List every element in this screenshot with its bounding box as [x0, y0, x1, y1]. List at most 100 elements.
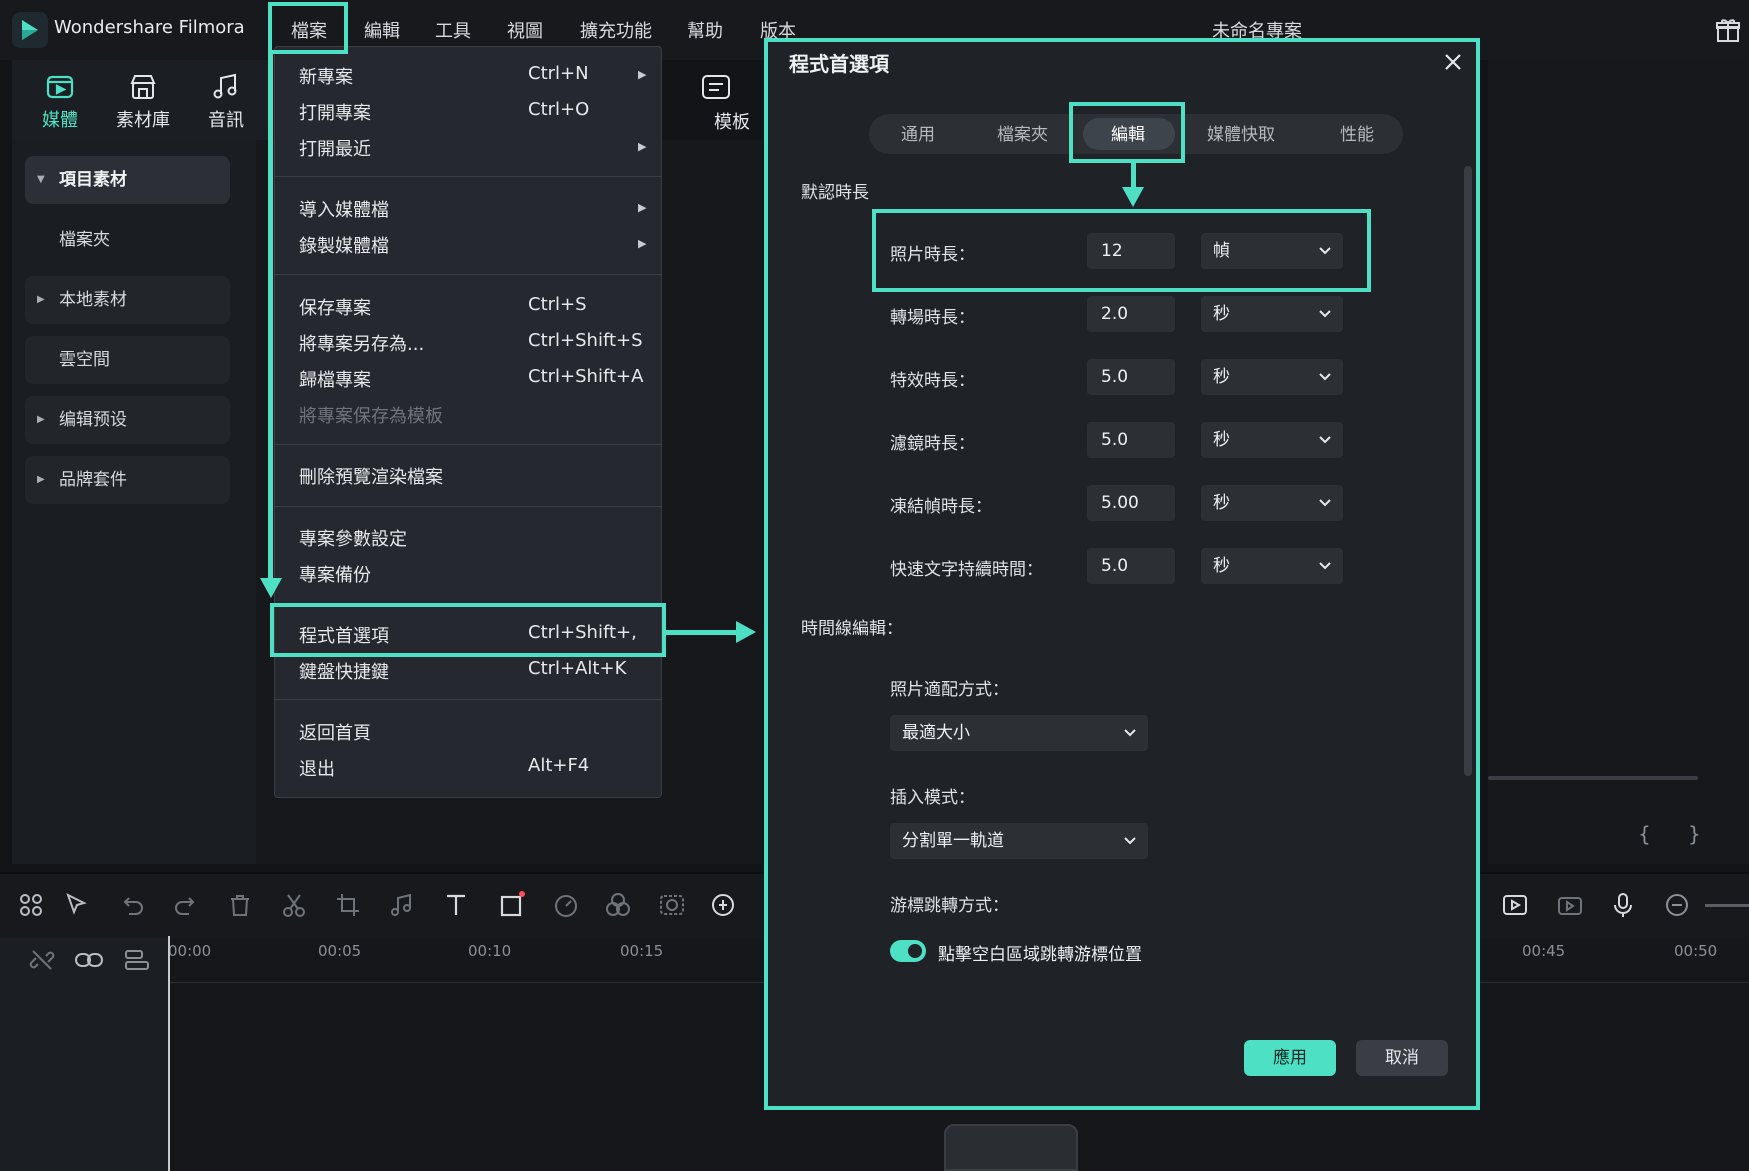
menu-item-delete-render-files[interactable]: 刪除預覽渲染檔案	[299, 463, 443, 489]
sidebar-item-label: 品牌套件	[59, 470, 127, 490]
record-icon[interactable]	[1555, 890, 1585, 920]
text-tool-icon[interactable]	[442, 890, 472, 920]
shortcut-save-as: Ctrl+Shift+S	[528, 330, 643, 351]
color-icon[interactable]	[603, 890, 633, 920]
select-tool-icon[interactable]	[62, 890, 92, 920]
zoom-slider[interactable]	[1705, 904, 1749, 907]
playhead[interactable]	[168, 936, 170, 1171]
sidebar-item-brand-kit[interactable]: ▶ 品牌套件	[25, 456, 230, 504]
effect-duration-input[interactable]: 5.0	[1087, 359, 1175, 395]
tab-templates-label[interactable]: 模板	[714, 108, 750, 134]
sidebar-item-label: 编辑预设	[59, 410, 127, 430]
shape-tool-icon[interactable]	[497, 890, 527, 920]
sidebar-item-label: 檔案夾	[59, 230, 110, 250]
delete-icon[interactable]	[225, 890, 255, 920]
undo-icon[interactable]	[117, 890, 147, 920]
tab-general[interactable]: 通用	[901, 120, 935, 145]
dialog-title: 程式首選項	[789, 52, 889, 76]
menu-extensions[interactable]: 擴充功能	[580, 17, 652, 43]
submenu-arrow-icon: ▶	[638, 237, 647, 250]
caret-right-icon: ▶	[37, 414, 45, 425]
ai-tool-icon[interactable]	[710, 890, 740, 920]
quick-text-duration-unit-select[interactable]: 秒	[1201, 548, 1343, 584]
dialog-scrollbar[interactable]	[1464, 166, 1472, 776]
unlink-icon[interactable]	[28, 946, 58, 976]
transition-duration-input[interactable]: 2.0	[1087, 296, 1175, 332]
preview-progress-track[interactable]	[1488, 776, 1698, 780]
sidebar-item-edit-presets[interactable]: ▶ 编辑预设	[25, 396, 230, 444]
freeze-frame-duration-input[interactable]: 5.00	[1087, 485, 1175, 521]
arrow-down-icon	[259, 576, 283, 600]
menu-item-record-media[interactable]: 錄製媒體檔	[299, 232, 389, 258]
freeze-frame-duration-unit-select[interactable]: 秒	[1201, 485, 1343, 521]
menu-item-project-backup[interactable]: 專案備份	[299, 561, 371, 587]
menu-item-import-media[interactable]: 導入媒體檔	[299, 196, 389, 222]
cursor-jump-option-label[interactable]: 點擊空白區域跳轉游標位置	[938, 940, 1142, 965]
crop-icon[interactable]	[333, 890, 363, 920]
filter-duration-unit-select[interactable]: 秒	[1201, 422, 1343, 458]
menu-item-new-project[interactable]: 新專案	[299, 63, 353, 89]
menu-item-archive-project[interactable]: 歸檔專案	[299, 366, 371, 392]
sidebar-item-cloud[interactable]: 雲空間	[25, 336, 230, 384]
menu-item-keyboard-shortcuts[interactable]: 鍵盤快捷鍵	[299, 658, 389, 684]
select-value: 最適大小	[902, 723, 970, 743]
freeze-frame-duration-label: 凍結幀時長：	[890, 497, 992, 517]
tab-performance[interactable]: 性能	[1340, 120, 1374, 145]
tab-media-label: 媒體	[42, 110, 78, 131]
speed-icon[interactable]	[551, 890, 581, 920]
audio-edit-icon[interactable]	[387, 890, 417, 920]
redo-icon[interactable]	[171, 890, 201, 920]
tab-media-cache[interactable]: 媒體快取	[1207, 120, 1275, 145]
photo-fit-select[interactable]: 最適大小	[890, 715, 1148, 751]
sidebar-item-folder[interactable]: 檔案夾	[25, 216, 230, 264]
sidebar-item-local[interactable]: ▶ 本地素材	[25, 276, 230, 324]
render-preview-icon[interactable]	[1500, 890, 1530, 920]
tab-stock[interactable]: 素材庫	[108, 72, 178, 134]
menu-item-open-project[interactable]: 打開專案	[299, 99, 371, 125]
layout-grid-icon[interactable]	[16, 890, 46, 920]
zoom-out-icon[interactable]	[1662, 890, 1692, 920]
filter-duration-input[interactable]: 5.0	[1087, 422, 1175, 458]
apply-button[interactable]: 應用	[1244, 1040, 1336, 1076]
tab-media[interactable]: 媒體	[25, 72, 95, 134]
ruler-label: 00:50	[1674, 942, 1718, 960]
mask-icon[interactable]	[657, 890, 687, 920]
menu-item-save-as[interactable]: 將專案另存為...	[299, 330, 424, 356]
menu-view[interactable]: 視圖	[507, 17, 543, 43]
microphone-icon[interactable]	[1608, 890, 1638, 920]
link-icon[interactable]	[74, 946, 104, 976]
quick-text-duration-input[interactable]: 5.0	[1087, 548, 1175, 584]
effect-duration-unit-select[interactable]: 秒	[1201, 359, 1343, 395]
menu-tools[interactable]: 工具	[435, 17, 471, 43]
mark-in-icon[interactable]: {	[1638, 822, 1651, 846]
insert-mode-label: 插入模式：	[890, 788, 975, 808]
tab-folders[interactable]: 檔案夾	[997, 120, 1048, 145]
close-icon[interactable]	[1441, 50, 1465, 74]
tab-audio[interactable]: 音訊	[191, 72, 261, 134]
sidebar-item-project-media[interactable]: ▼ 項目素材	[25, 156, 230, 204]
highlight-file-menu	[268, 2, 348, 54]
transition-duration-unit-select[interactable]: 秒	[1201, 296, 1343, 332]
menu-help[interactable]: 幫助	[687, 17, 723, 43]
unit-value: 秒	[1213, 430, 1230, 450]
arrow-down-icon	[1121, 185, 1145, 209]
track-layout-icon[interactable]	[122, 946, 152, 976]
menu-item-project-settings[interactable]: 專案參數設定	[299, 525, 407, 551]
sidebar-item-label: 項目素材	[59, 170, 127, 190]
highlight-preferences-item	[270, 603, 666, 657]
insert-mode-select[interactable]: 分割單一軌道	[890, 823, 1148, 859]
default-duration-heading: 默認時長	[801, 183, 869, 203]
chevron-down-icon	[1124, 729, 1136, 737]
split-scissors-icon[interactable]	[279, 890, 309, 920]
quick-text-duration-label: 快速文字持續時間：	[890, 560, 1043, 580]
menu-item-open-recent[interactable]: 打開最近	[299, 135, 371, 161]
cancel-button[interactable]: 取消	[1356, 1040, 1448, 1076]
unit-value: 秒	[1213, 493, 1230, 513]
menu-item-back-home[interactable]: 返回首頁	[299, 719, 371, 745]
menu-item-exit[interactable]: 退出	[299, 755, 335, 781]
mark-out-icon[interactable]: }	[1688, 822, 1701, 846]
menu-item-save-project[interactable]: 保存專案	[299, 294, 371, 320]
submenu-arrow-icon: ▶	[638, 201, 647, 214]
menu-edit[interactable]: 編輯	[364, 17, 400, 43]
gift-icon[interactable]	[1714, 16, 1742, 44]
